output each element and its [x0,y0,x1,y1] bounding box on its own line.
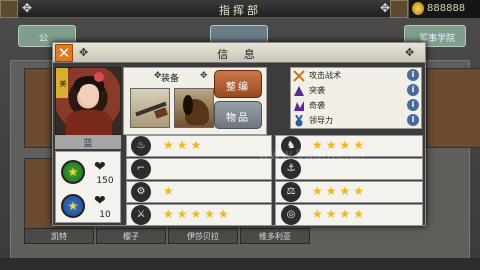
bonus-value: 10 [99,210,111,220]
skill-name: 领导力 [309,116,333,125]
star-rating: ★★★★★ [163,207,232,221]
skill-row[interactable]: 突袭 i [293,84,419,98]
skill-name: 突袭 [309,86,325,95]
blue-star-badge-icon: ★ [61,194,85,218]
gold-counter: 888888 [408,0,480,18]
officer-name: 蓝 [55,135,121,149]
gold-medal-icon [412,2,424,15]
bg-bottom-bar [0,258,480,270]
info-icon[interactable]: i [407,84,419,96]
star-rating: ★★★★ [312,184,368,198]
watermark: www.9game.cn [258,147,366,163]
info-icon[interactable]: i [407,114,419,126]
star-rating: ★★★ [163,138,205,152]
medal-icon [295,115,303,127]
target-icon: ◎ [281,205,301,225]
torch-icon: ♨ [131,136,151,156]
skill-row[interactable]: 领导力 i [293,114,419,128]
crossed-swords-icon [293,70,305,82]
officer-stats-box: ★ ❤ 150 ★ ❤ 10 [55,151,121,223]
officer-portrait: 美 [55,67,121,136]
skill-row[interactable]: 奇袭 i [293,99,419,113]
heart-plus-icon: ❤ [94,193,106,209]
reorganize-button[interactable]: 整编 [214,70,262,98]
bg-officer-name: 樱子 [96,228,166,244]
horse-slot[interactable] [174,88,214,128]
green-star-badge-icon: ★ [61,160,85,184]
dialog-header: ✕ ✥ 信 息 ✥ [53,43,425,63]
skill-row[interactable]: 攻击战术 i [293,69,419,83]
portrait-dress [66,110,112,136]
horse-mane [183,95,193,115]
portrait-face [79,84,99,106]
fleur-icon: ✥ [405,46,415,59]
heart-icon: ❤ [94,159,106,175]
fleur-right-icon: ✥ [380,1,391,15]
info-icon[interactable]: i [407,69,419,81]
sword-icon: ⚔ [131,205,151,225]
menu-corner-button[interactable] [390,0,408,18]
officer-info-dialog: ✕ ✥ 信 息 ✥ 美 蓝 ★ ❤ 150 ★ ❤ 10 ✥ 装备 ✥ 整编 物… [52,42,426,226]
raid-icon [294,86,304,96]
skill-name: 奇袭 [309,101,325,110]
artillery-icon: ⚙ [131,182,151,202]
top-bar: ✥ 指挥部 ✥ 888888 [0,0,480,18]
portrait-flower [94,72,104,82]
gold-amount: 888888 [427,3,466,14]
bg-officer-name: 维多利亚 [240,228,310,244]
bg-officer-name: 凯特 [24,228,94,244]
star-rating: ★★★★ [312,207,368,221]
musket-icon: ⌐ [131,159,151,179]
health-value: 150 [96,176,114,186]
dialog-title: 信 息 [217,48,261,61]
musket-slot[interactable] [130,88,170,128]
star-rating: ★ [163,184,177,198]
bg-officer-name: 伊莎贝拉 [168,228,238,244]
skills-panel: 攻击战术 i 突袭 i 奇袭 i 领导力 i [290,67,422,129]
bg-officer-card[interactable] [426,68,480,148]
items-button[interactable]: 物品 [214,101,262,129]
nation-banner: 美 [56,68,68,98]
ambush-icon [294,101,304,111]
scales-icon: ⚖ [281,182,301,202]
fleur-icon: ✥ [200,71,208,81]
skill-name: 攻击战术 [309,71,341,80]
info-icon[interactable]: i [407,99,419,111]
